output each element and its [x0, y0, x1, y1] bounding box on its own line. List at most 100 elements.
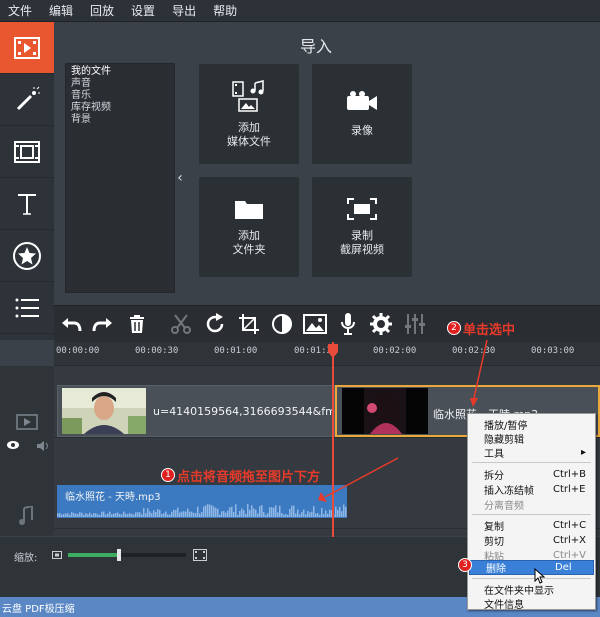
waveform-bar [239, 510, 241, 517]
transitions-tab-button[interactable] [0, 126, 54, 178]
redo-button[interactable] [88, 309, 118, 339]
titles-tab-button[interactable] [0, 178, 54, 230]
delete-button[interactable] [122, 309, 152, 339]
menu-item-split[interactable]: 拆分 Ctrl+B [468, 467, 595, 482]
waveform-bar [149, 511, 151, 517]
waveform-bar [219, 514, 221, 517]
color-adjust-button[interactable] [267, 309, 297, 339]
waveform-bar [155, 511, 157, 517]
menu-export[interactable]: 导出 [172, 2, 196, 19]
waveform-bar [113, 513, 115, 517]
film-import-icon [14, 36, 40, 59]
clip-thumbnail [62, 388, 146, 434]
waveform-bar [293, 505, 295, 517]
image-adjust-button[interactable] [300, 309, 330, 339]
waveform-bar [241, 508, 243, 517]
clip-properties-button[interactable] [366, 309, 396, 339]
menu-item-tools[interactable]: 工具 ▸ [468, 445, 595, 460]
tile-label: 录制 截屏视频 [340, 229, 384, 256]
eye-icon[interactable] [6, 440, 20, 450]
list-item[interactable]: 我的文件 [66, 66, 174, 78]
waveform-bar [229, 507, 231, 517]
menu-item-show-in-folder[interactable]: 在文件夹中显示 [468, 582, 595, 597]
waveform-bar [205, 505, 207, 517]
list-item[interactable]: 库存视频 [66, 102, 174, 114]
ruler-tick: 00:01:00 [214, 346, 258, 356]
equalizer-button[interactable] [400, 309, 430, 339]
record-audio-button[interactable] [333, 309, 363, 339]
zoom-out-icon[interactable] [52, 551, 62, 559]
menu-item-cut[interactable]: 剪切 Ctrl+X [468, 533, 595, 548]
waveform-bar [189, 511, 191, 517]
list-item[interactable]: 声音 [66, 78, 174, 90]
menu-item-delete[interactable]: 删除 Del [469, 560, 594, 575]
ruler-tick: 00:00:00 [56, 346, 100, 356]
menu-edit[interactable]: 编辑 [49, 2, 73, 19]
menu-file[interactable]: 文件 [8, 2, 32, 19]
waveform-bar [83, 514, 85, 517]
playhead[interactable] [332, 342, 334, 537]
cut-button[interactable] [166, 309, 196, 339]
waveform-bar [289, 508, 291, 517]
waveform-bar [309, 512, 311, 517]
menu-item-label: 剪切 [484, 536, 504, 548]
camera-icon [347, 91, 377, 110]
edit-toolbar [54, 305, 600, 342]
menu-item-detach-audio[interactable]: 分离音频 [468, 497, 595, 512]
waveform-bar [67, 513, 69, 517]
waveform-bar [197, 506, 199, 517]
waveform-bar [227, 510, 229, 517]
rotate-button[interactable] [200, 309, 230, 339]
waveform-bar [87, 514, 89, 517]
crop-button[interactable] [234, 309, 264, 339]
import-tab-button[interactable] [0, 22, 54, 74]
zoom-in-icon[interactable] [193, 549, 207, 561]
menu-playback[interactable]: 回放 [90, 2, 114, 19]
menu-item-label: 插入冻结帧 [484, 485, 534, 497]
menu-help[interactable]: 帮助 [213, 2, 237, 19]
waveform-bar [143, 507, 145, 517]
waveform-bar [119, 514, 121, 517]
waveform-bar [283, 514, 285, 517]
menu-item-hide-clip[interactable]: 隐藏剪辑 [468, 431, 595, 446]
list-item[interactable]: 音乐 [66, 90, 174, 102]
waveform-bar [203, 506, 205, 517]
video-clip[interactable]: u=4140159564,3166693544&fm=26 [57, 385, 335, 437]
waveform-bar [201, 511, 203, 517]
speaker-icon[interactable] [36, 440, 50, 452]
collapse-panel-button[interactable]: ‹ [172, 63, 188, 293]
menu-separator [472, 462, 591, 463]
filters-tab-button[interactable] [0, 74, 54, 126]
waveform-bar [153, 510, 155, 517]
more-tab-button[interactable] [0, 282, 54, 334]
waveform-bar [183, 511, 185, 517]
waveform-bar [133, 514, 135, 517]
stickers-tab-button[interactable] [0, 230, 54, 282]
ruler-tick: 00:02:30 [452, 346, 496, 356]
menu-item-play-pause[interactable]: 播放/暂停 [468, 417, 595, 432]
list-item[interactable]: 背景 [66, 114, 174, 126]
record-screencast-button[interactable]: 录制 截屏视频 [312, 177, 412, 277]
waveform-bar [59, 513, 61, 517]
panel-title: 导入 [300, 37, 333, 56]
track-headers [0, 366, 54, 536]
menu-item-file-info[interactable]: 文件信息 [468, 596, 595, 611]
waveform-bar [171, 511, 173, 517]
playhead-handle[interactable] [327, 344, 339, 358]
zoom-slider-thumb[interactable] [117, 549, 121, 561]
waveform-bar [311, 511, 313, 517]
add-folder-button[interactable]: 添加 文件夹 [199, 177, 299, 277]
waveform-bar [131, 513, 133, 517]
waveform-bar [323, 514, 325, 517]
waveform-bar [255, 509, 257, 517]
add-media-files-button[interactable]: 添加 媒体文件 [199, 64, 299, 164]
zoom-slider-track[interactable] [68, 549, 186, 561]
audio-clip[interactable]: 临水照花 - 天時.mp3 [57, 485, 347, 518]
menu-item-freeze-frame[interactable]: 插入冻结帧 Ctrl+E [468, 482, 595, 497]
waveform-bar [187, 508, 189, 517]
record-video-button[interactable]: 录像 [312, 64, 412, 164]
undo-button[interactable] [56, 309, 86, 339]
waveform-bar [285, 514, 287, 517]
menu-settings[interactable]: 设置 [131, 2, 155, 19]
menu-item-copy[interactable]: 复制 Ctrl+C [468, 518, 595, 533]
